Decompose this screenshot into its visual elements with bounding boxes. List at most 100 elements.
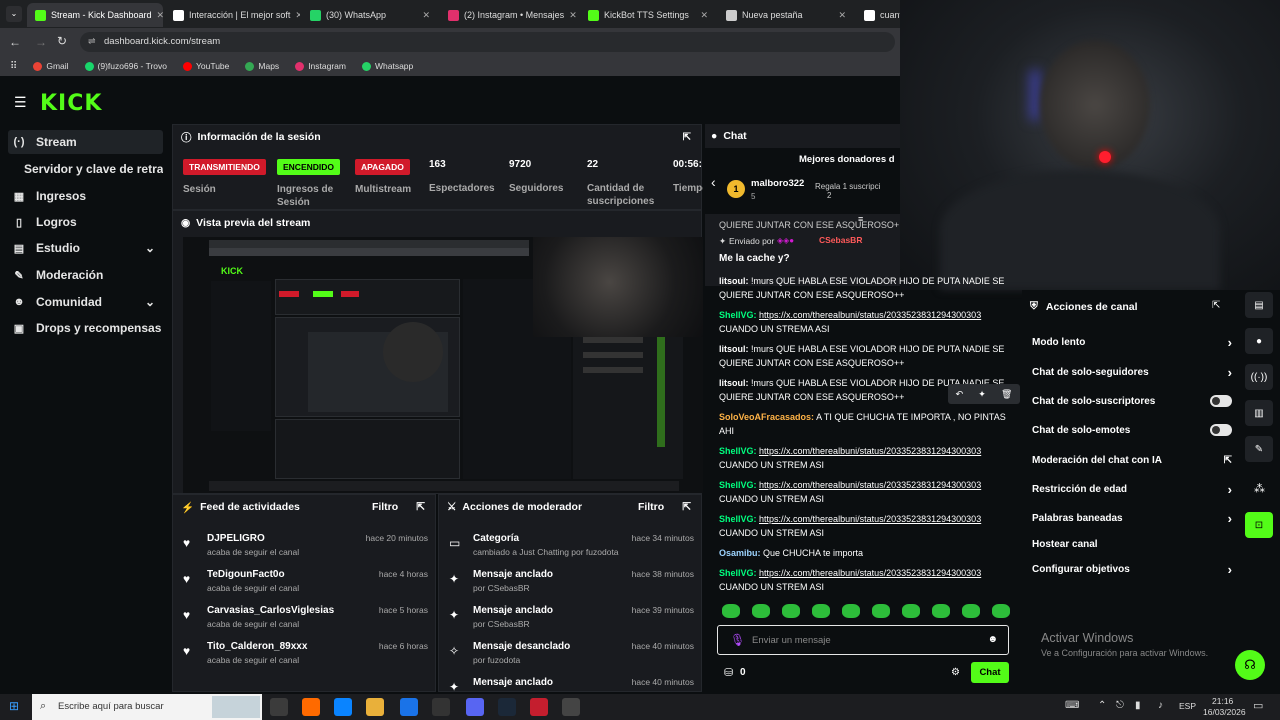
media-icon[interactable]: ⊡ [1245, 512, 1273, 538]
feed-filter-button[interactable]: Filtro [372, 501, 398, 513]
chat-message[interactable]: Osamibu: Que CHUCHA te importa [719, 546, 1009, 560]
sidebar-item[interactable]: ▯ Logros [8, 210, 163, 234]
forward-icon[interactable]: → [35, 35, 47, 49]
chat-message[interactable]: litsoul: !murs QUE HABLA ESE VIOLADOR HI… [719, 342, 1009, 370]
sidebar-item[interactable]: (·) Stream [8, 130, 163, 154]
clock-time[interactable]: 21:16 [1212, 696, 1233, 706]
emote-icon[interactable] [842, 604, 860, 618]
reply-icon[interactable]: ↶ [956, 389, 964, 400]
emote-icon[interactable] [782, 604, 800, 618]
channel-action-item[interactable]: Hostear canal [1032, 534, 1232, 554]
chat-link[interactable]: https://x.com/therealbuni/status/2033523… [759, 480, 981, 490]
bookmark-item[interactable]: YouTube [182, 61, 229, 71]
delete-icon[interactable]: 🗑 [1001, 389, 1012, 400]
reload-icon[interactable]: ↻ [57, 34, 67, 48]
sidebar-item[interactable]: ▦ Ingresos [8, 184, 163, 208]
chrome-icon[interactable] [400, 698, 418, 716]
bookmark-item[interactable]: Gmail [33, 61, 69, 71]
tab-close-icon[interactable]: ✕ [422, 10, 430, 21]
browser-tab[interactable]: Interacción | El mejor soft ✕ [165, 3, 300, 27]
tab-search-icon[interactable]: ⌄ [6, 6, 22, 22]
chat-link[interactable]: https://x.com/therealbuni/status/2033523… [759, 446, 981, 456]
browser-tab[interactable]: Stream - Kick Dashboard ✕ [27, 3, 163, 27]
emoji-icon[interactable]: ☻ [987, 634, 998, 645]
feed-item[interactable]: ♥ DJPELIGRO acaba de seguir el canal hace 2… [183, 533, 428, 567]
network-icon[interactable]: ⎋ [1116, 700, 1124, 711]
tab-close-icon[interactable]: ✕ [700, 10, 708, 21]
tab-close-icon[interactable]: ✕ [569, 10, 577, 21]
channel-action-item[interactable]: Palabras baneadas › [1032, 508, 1232, 528]
layout-icon[interactable]: ▥ [1245, 400, 1273, 426]
feed-popout-icon[interactable]: ⇱ [416, 501, 425, 513]
emote-icon[interactable] [932, 604, 950, 618]
donors-prev-icon[interactable]: ‹ [711, 174, 716, 190]
edge-icon[interactable] [334, 698, 352, 716]
browser-tab[interactable]: (30) WhatsApp ✕ [302, 3, 438, 27]
chat-send-button[interactable]: Chat [971, 662, 1009, 683]
feed-item[interactable]: ♥ Carvasias_CarlosViglesias acaba de segui… [183, 605, 428, 639]
chat-username[interactable]: ShellVG: [719, 310, 757, 320]
microphone-icon[interactable]: 🎙 [730, 633, 745, 647]
browser-tab[interactable]: cuant [856, 3, 900, 27]
back-icon[interactable]: ← [9, 35, 21, 49]
feed-item[interactable]: ♥ TeDigounFact0o acaba de seguir el canal h… [183, 569, 428, 603]
notifications-icon[interactable]: ▭ [1253, 699, 1263, 712]
steam-icon[interactable] [498, 698, 516, 716]
chat-input[interactable]: 🎙 Enviar un mensaje ☻ [717, 625, 1009, 655]
chat-link[interactable]: https://x.com/therealbuni/status/2033523… [759, 310, 981, 320]
chat-username[interactable]: litsoul: [719, 276, 749, 286]
emote-icon[interactable] [902, 604, 920, 618]
stream-preview-video[interactable]: KICK [183, 237, 703, 493]
chat-username[interactable]: Osamibu: [719, 548, 761, 558]
edit-icon[interactable]: ✎ [1245, 436, 1273, 462]
chat-username[interactable]: litsoul: [719, 344, 749, 354]
chat-username[interactable]: SoloVeoAFracasados: [719, 412, 814, 422]
task-view-icon[interactable] [270, 698, 288, 716]
emote-icon[interactable] [872, 604, 890, 618]
chat-link[interactable]: https://x.com/therealbuni/status/2033523… [759, 568, 981, 578]
channel-action-item[interactable]: Moderación del chat con IA ⇱ [1032, 450, 1232, 470]
site-info-icon[interactable]: ⇌ [88, 36, 96, 47]
mod-action-item[interactable]: ✧ Mensaje desanclado por fuzodota hace 40 m… [449, 641, 694, 675]
chat-message[interactable]: ShellVG: https://x.com/therealbuni/statu… [719, 478, 1009, 506]
url-field[interactable]: ⇌ dashboard.kick.com/stream [80, 32, 895, 52]
mod-filter-button[interactable]: Filtro [638, 501, 664, 513]
tray-chevron-icon[interactable]: ⌃ [1098, 700, 1106, 711]
keyboard-icon[interactable]: ⌨ [1065, 700, 1079, 711]
sidebar-item[interactable]: ✎ Moderación [8, 263, 163, 287]
sidebar-item[interactable]: ☻ Comunidad ⌄ [8, 290, 163, 314]
app-icon[interactable] [562, 698, 580, 716]
toggle-switch[interactable] [1210, 424, 1232, 436]
volume-icon[interactable]: ♪ [1158, 700, 1163, 711]
emote-icon[interactable] [722, 604, 740, 618]
emote-icon[interactable] [962, 604, 980, 618]
sidebar-item[interactable]: ▣ Drops y recompensas [8, 316, 163, 340]
sidebar-item[interactable]: Servidor y clave de retransmi [8, 157, 163, 181]
copilot-icon[interactable] [302, 698, 320, 716]
chat-message[interactable]: ShellVG: https://x.com/therealbuni/statu… [719, 512, 1009, 540]
chat-username[interactable]: ShellVG: [719, 568, 757, 578]
popout-icon[interactable]: ⇱ [683, 132, 691, 143]
points-icon[interactable]: ⛁ [724, 666, 733, 679]
mod-action-item[interactable]: ▭ Categoría cambiado a Just Chatting por f… [449, 533, 694, 567]
tab-close-icon[interactable]: ✕ [157, 10, 163, 21]
pin-collapse-icon[interactable]: ≡ [858, 214, 863, 224]
tab-close-icon[interactable]: ✕ [838, 10, 846, 21]
browser-tab[interactable]: Nueva pestaña ✕ [718, 3, 854, 27]
chat-message[interactable]: ShellVG: https://x.com/therealbuni/statu… [719, 444, 1009, 472]
actions-popout-icon[interactable]: ⇱ [1212, 300, 1220, 311]
bookmark-item[interactable]: Whatsapp [361, 61, 413, 71]
channel-action-item[interactable]: Chat de solo-emotes [1032, 420, 1232, 440]
emote-icon[interactable] [812, 604, 830, 618]
mod-action-item[interactable]: ✦ Mensaje anclado por CSebasBR hace 38 minu… [449, 569, 694, 603]
chat-message[interactable]: litsoul: !murs QUE HABLA ESE VIOLADOR HI… [719, 274, 1009, 302]
chat-popout-icon[interactable]: ● [1245, 328, 1273, 354]
battery-icon[interactable]: ▮ [1135, 700, 1141, 711]
channel-action-item[interactable]: Configurar objetivos › [1032, 559, 1232, 579]
obs-icon[interactable] [432, 698, 450, 716]
apps-icon[interactable]: ⠿ [10, 61, 17, 72]
clock-date[interactable]: 16/03/2026 [1203, 707, 1246, 717]
chat-username[interactable]: litsoul: [719, 378, 749, 388]
mod-action-item[interactable]: ✦ Mensaje anclado hace 40 minutos [449, 677, 694, 691]
discord-icon[interactable] [466, 698, 484, 716]
